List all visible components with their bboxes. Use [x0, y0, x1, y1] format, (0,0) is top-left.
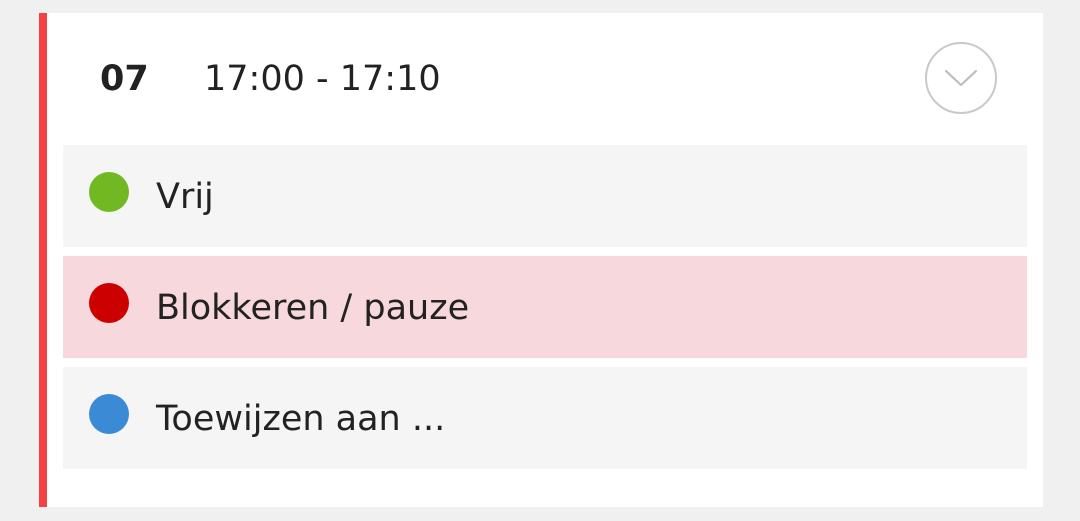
- chevron-down-icon: [944, 69, 978, 87]
- option-label: Toewijzen aan ...: [156, 399, 446, 439]
- time-slot-card: 07 17:00 - 17:10 Vrij Blokkeren / pauze …: [39, 13, 1043, 507]
- slot-number: 07: [100, 59, 149, 99]
- slot-options-list: Vrij Blokkeren / pauze Toewijzen aan ...: [63, 145, 1027, 478]
- option-assign-to[interactable]: Toewijzen aan ...: [63, 367, 1027, 469]
- status-dot-red: [89, 283, 129, 323]
- status-dot-blue: [89, 394, 129, 434]
- option-block-pause[interactable]: Blokkeren / pauze: [63, 256, 1027, 358]
- collapse-toggle-button[interactable]: [925, 42, 997, 114]
- option-label: Vrij: [156, 177, 214, 217]
- option-label: Blokkeren / pauze: [156, 288, 470, 328]
- slot-header: 07 17:00 - 17:10: [39, 13, 1043, 145]
- option-free[interactable]: Vrij: [63, 145, 1027, 247]
- status-dot-green: [89, 172, 129, 212]
- slot-time-range: 17:00 - 17:10: [204, 59, 441, 99]
